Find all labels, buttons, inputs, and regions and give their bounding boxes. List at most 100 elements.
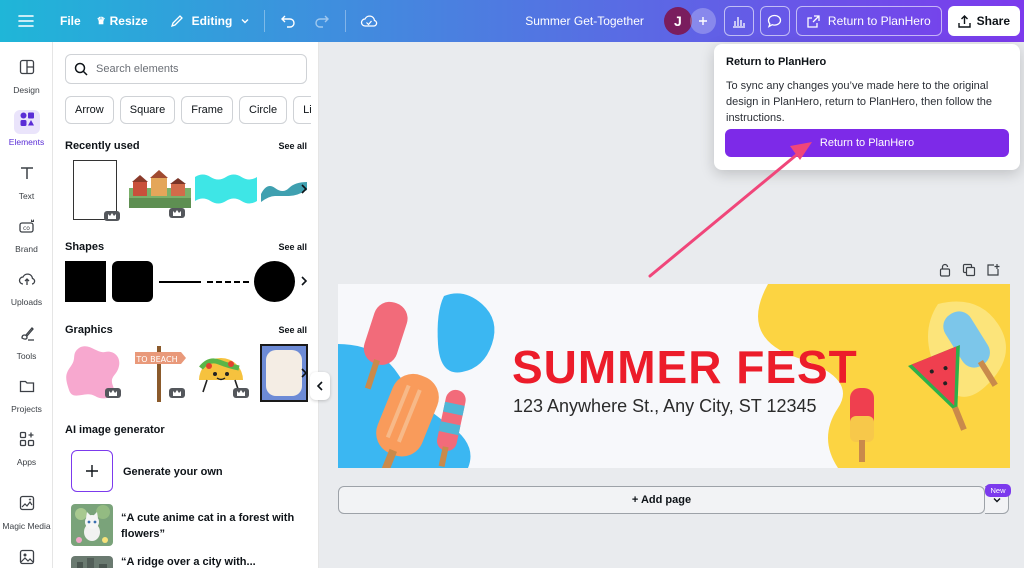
crown-icon xyxy=(233,388,249,398)
recent-frame-thumb[interactable] xyxy=(73,160,120,221)
left-rail: Design Elements Text co Brand Uploads To… xyxy=(0,42,53,568)
share-upload-icon xyxy=(957,14,971,28)
crown-icon xyxy=(169,208,185,218)
chip-square[interactable]: Square xyxy=(119,96,176,124)
rail-item-text[interactable]: Text xyxy=(0,164,53,201)
elements-panel: Arrow Square Frame Circle Li› Recently u… xyxy=(53,42,319,568)
rail-item-tools[interactable]: Tools xyxy=(0,324,53,361)
design-icon xyxy=(19,59,34,75)
ai-generator-header: AI image generator xyxy=(65,424,165,436)
line-shape[interactable] xyxy=(159,281,201,283)
generate-your-own-label[interactable]: Generate your own xyxy=(123,464,223,480)
prompt-1[interactable]: “A cute anime cat in a forest with flowe… xyxy=(121,510,307,542)
document-title[interactable]: Summer Get-Together xyxy=(525,14,644,28)
top-bar: File ♛ Resize Editing Summer Get-Togethe… xyxy=(0,0,1024,42)
lock-icon[interactable] xyxy=(938,263,952,277)
insights-chart-icon[interactable] xyxy=(723,6,754,36)
shapes-header: Shapes See all xyxy=(65,241,307,253)
graphics-header: Graphics See all xyxy=(65,324,307,336)
recent-village-thumb[interactable] xyxy=(129,168,191,208)
search-icon xyxy=(74,62,88,76)
recently-used-header: Recently used See all xyxy=(65,140,307,152)
collapse-panel-button[interactable] xyxy=(310,372,330,400)
brand-icon: co xyxy=(18,219,34,233)
resize-button[interactable]: ♛ Resize xyxy=(89,8,156,34)
menu-icon[interactable] xyxy=(0,0,52,42)
rail-item-magic-media[interactable]: Magic Media xyxy=(0,494,53,531)
add-page-button[interactable]: + Add page xyxy=(338,486,985,514)
svg-text:co: co xyxy=(23,225,30,232)
avatar[interactable]: J xyxy=(663,7,692,35)
cloud-sync-icon[interactable] xyxy=(352,6,386,36)
design-address[interactable]: 123 Anywhere St., Any City, ST 12345 xyxy=(513,396,817,417)
page-toolbar xyxy=(938,263,1000,277)
chevron-down-icon xyxy=(241,19,249,24)
chevron-right-icon[interactable] xyxy=(297,178,311,200)
external-link-icon xyxy=(807,14,820,28)
popup-return-button[interactable]: Return to PlanHero xyxy=(725,129,1009,157)
filter-chips: Arrow Square Frame Circle Li› xyxy=(65,96,311,124)
comment-icon[interactable] xyxy=(759,6,790,36)
projects-icon xyxy=(19,380,34,393)
square-shape[interactable] xyxy=(65,261,106,302)
rail-item-apps[interactable]: Apps xyxy=(0,430,53,467)
tools-icon xyxy=(20,327,34,341)
divider xyxy=(264,10,266,32)
return-to-planhero-button[interactable]: Return to PlanHero xyxy=(795,6,942,36)
popup-title: Return to PlanHero xyxy=(726,56,827,68)
anime-cat-thumb[interactable] xyxy=(71,504,113,546)
duplicate-icon[interactable] xyxy=(962,263,976,277)
new-badge: New xyxy=(985,484,1011,497)
see-all-graphics[interactable]: See all xyxy=(278,325,307,335)
crown-icon: ♛ xyxy=(96,15,106,27)
add-page-icon[interactable] xyxy=(986,263,1000,277)
recent-wave-banner-thumb[interactable] xyxy=(195,174,257,204)
rail-item-photos[interactable] xyxy=(0,548,53,568)
rail-item-brand[interactable]: co Brand xyxy=(0,217,53,254)
pencil-icon xyxy=(170,15,183,28)
invite-plus-icon[interactable] xyxy=(689,8,716,34)
design-title[interactable]: SUMMER FEST xyxy=(512,340,858,394)
chevron-right-icon[interactable] xyxy=(297,362,311,384)
file-menu-button[interactable]: File xyxy=(52,8,89,34)
generate-plus-button[interactable] xyxy=(71,450,113,492)
uploads-icon xyxy=(18,273,35,285)
chevron-left-icon xyxy=(316,381,323,391)
share-button[interactable]: Share xyxy=(947,6,1020,36)
rounded-square-shape[interactable] xyxy=(112,261,153,302)
photos-icon xyxy=(19,549,34,565)
rail-item-elements[interactable]: Elements xyxy=(0,110,53,147)
chip-more[interactable]: Li› xyxy=(293,96,311,124)
chevron-right-icon[interactable] xyxy=(297,270,311,292)
dashed-line-shape[interactable] xyxy=(207,281,249,283)
city-thumb[interactable] xyxy=(71,556,113,568)
sign-text: TO BEACH xyxy=(135,355,177,364)
divider xyxy=(345,10,347,32)
crown-icon xyxy=(104,211,120,221)
rail-item-design[interactable]: Design xyxy=(0,58,53,95)
see-all-shapes[interactable]: See all xyxy=(278,242,307,252)
crown-icon xyxy=(169,388,185,398)
popup-body: To sync any changes you’ve made here to … xyxy=(726,80,992,124)
rail-item-projects[interactable]: Projects xyxy=(0,377,53,414)
search-input[interactable] xyxy=(96,63,296,75)
undo-icon[interactable] xyxy=(271,6,305,36)
chip-circle[interactable]: Circle xyxy=(239,96,288,124)
text-icon xyxy=(20,167,33,179)
design-canvas[interactable]: SUMMER FEST 123 Anywhere St., Any City, … xyxy=(338,284,1010,468)
prompt-2[interactable]: “A ridge over a city with... xyxy=(121,554,307,568)
magic-media-icon xyxy=(19,495,34,511)
see-all-recent[interactable]: See all xyxy=(278,141,307,151)
plus-icon xyxy=(86,465,98,477)
return-popup: Return to PlanHero To sync any changes y… xyxy=(714,44,1020,170)
apps-icon xyxy=(19,431,34,447)
rail-item-uploads[interactable]: Uploads xyxy=(0,270,53,307)
search-box[interactable] xyxy=(65,54,307,84)
chip-arrow[interactable]: Arrow xyxy=(65,96,114,124)
editing-mode-button[interactable]: Editing xyxy=(162,8,259,34)
chip-frame[interactable]: Frame xyxy=(181,96,233,124)
crown-icon xyxy=(105,388,121,398)
elements-icon xyxy=(20,112,34,126)
redo-icon[interactable] xyxy=(305,6,339,36)
circle-shape[interactable] xyxy=(254,261,295,302)
